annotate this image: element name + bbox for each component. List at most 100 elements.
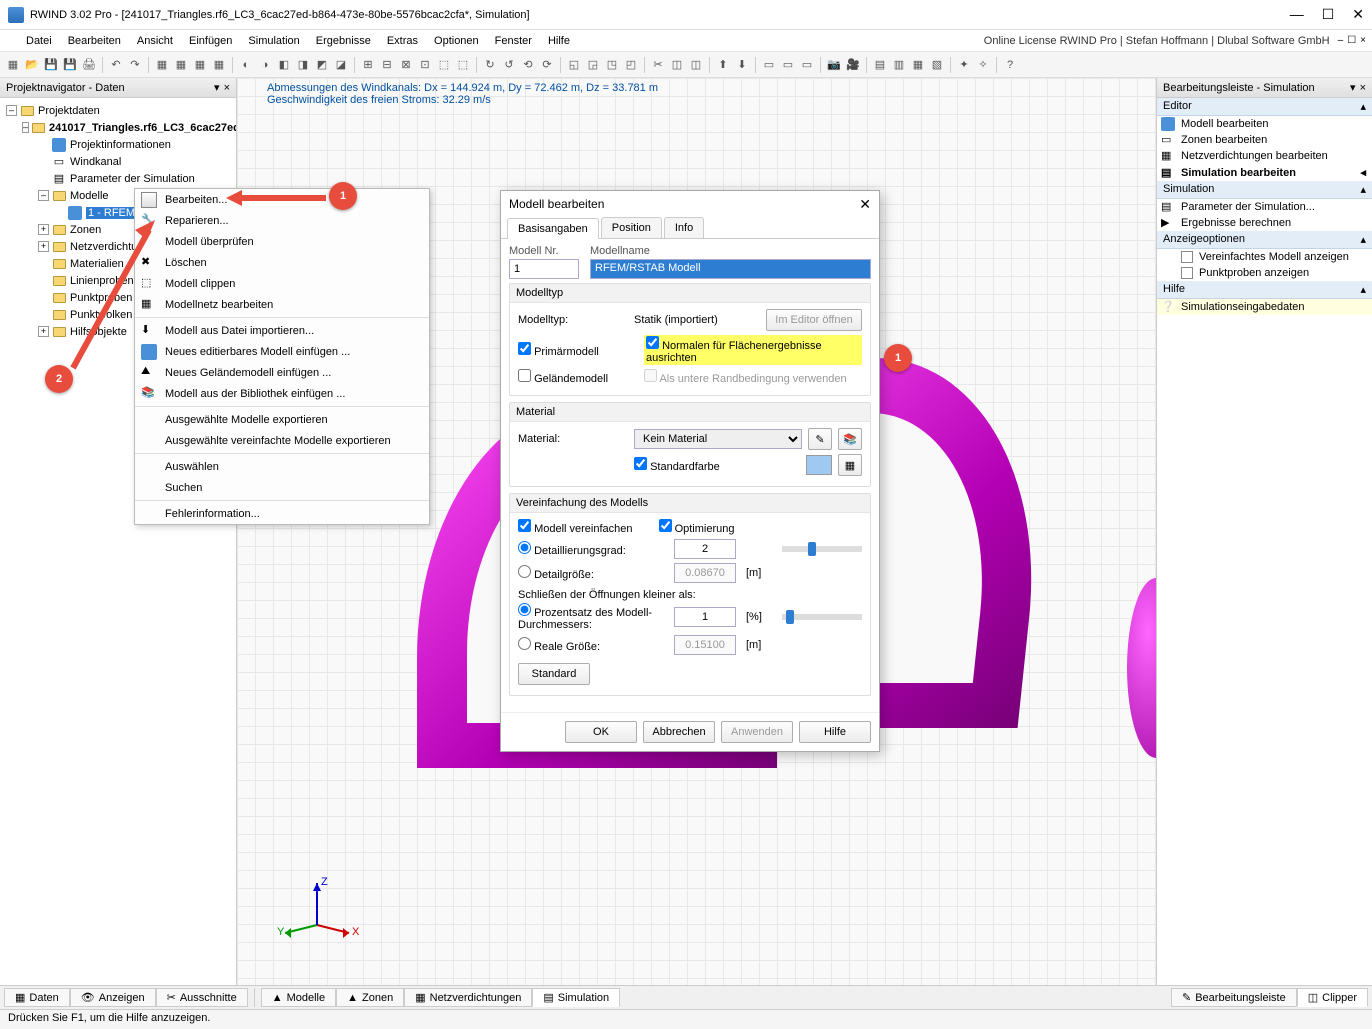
- collapse-icon[interactable]: ▴: [1360, 233, 1366, 246]
- tool-cube1-icon[interactable]: ◱: [565, 56, 583, 74]
- material-edit-button[interactable]: ✎: [808, 428, 832, 450]
- navigator-dropdown-icon[interactable]: ▾: [214, 81, 220, 94]
- maximize-button[interactable]: ☐: [1322, 6, 1335, 23]
- tree-project[interactable]: 241017_Triangles.rf6_LC3_6cac27ed: [49, 122, 236, 134]
- ctx-check[interactable]: Modell überprüfen: [135, 231, 429, 252]
- tool-sim2-icon[interactable]: ◑: [256, 56, 274, 74]
- tool-res3-icon[interactable]: ▦: [909, 56, 927, 74]
- tool-sim4-icon[interactable]: ◨: [294, 56, 312, 74]
- close-button[interactable]: ✕: [1352, 6, 1364, 23]
- tool-res4-icon[interactable]: ▧: [928, 56, 946, 74]
- mdi-close-button[interactable]: ×: [1360, 35, 1366, 46]
- tree-item[interactable]: Projektinformationen: [70, 139, 171, 151]
- tool-redo-icon[interactable]: ↷: [126, 56, 144, 74]
- menu-fenster[interactable]: Fenster: [495, 35, 532, 47]
- ctx-new-editable[interactable]: Neues editierbares Modell einfügen ...: [135, 341, 429, 362]
- color-swatch[interactable]: [806, 455, 832, 475]
- ok-button[interactable]: OK: [565, 721, 637, 743]
- tool-clip2-icon[interactable]: ◫: [668, 56, 686, 74]
- optimierung-checkbox[interactable]: Optimierung: [659, 519, 735, 535]
- menu-simulation[interactable]: Simulation: [248, 35, 299, 47]
- panel-dropdown-icon[interactable]: ▾: [1350, 81, 1356, 94]
- tree-expand-icon[interactable]: –: [6, 105, 17, 116]
- tool-view6-icon[interactable]: ⬚: [454, 56, 472, 74]
- tool-view4-icon[interactable]: ⊡: [416, 56, 434, 74]
- tool-rot2-icon[interactable]: ↺: [500, 56, 518, 74]
- ctx-reparieren[interactable]: 🔧Reparieren...: [135, 210, 429, 231]
- ctx-search[interactable]: Suchen: [135, 477, 429, 498]
- tool-mesh4-icon[interactable]: ▦: [210, 56, 228, 74]
- navigator-close-icon[interactable]: ×: [224, 82, 230, 94]
- ctx-delete[interactable]: ✖Löschen: [135, 252, 429, 273]
- tool-new-icon[interactable]: ▦: [4, 56, 22, 74]
- ctx-errorinfo[interactable]: Fehlerinformation...: [135, 503, 429, 524]
- tool-mesh-icon[interactable]: ▦: [153, 56, 171, 74]
- menu-optionen[interactable]: Optionen: [434, 35, 479, 47]
- standard-button[interactable]: Standard: [518, 663, 590, 685]
- ctx-export-simpl[interactable]: Ausgewählte vereinfachte Modelle exporti…: [135, 430, 429, 451]
- menu-extras[interactable]: Extras: [387, 35, 418, 47]
- panel-close-icon[interactable]: ×: [1360, 82, 1366, 94]
- detailgrad-slider[interactable]: [782, 546, 862, 552]
- mdi-minimize-button[interactable]: –: [1338, 35, 1344, 46]
- tool-sim6-icon[interactable]: ◪: [332, 56, 350, 74]
- tree-item[interactable]: Windkanal: [70, 156, 121, 168]
- tool-sim3-icon[interactable]: ◧: [275, 56, 293, 74]
- tool-win1-icon[interactable]: ▭: [760, 56, 778, 74]
- material-lib-button[interactable]: 📚: [838, 428, 862, 450]
- tab-anzeigen[interactable]: 👁Anzeigen: [70, 988, 156, 1007]
- gelaende-checkbox[interactable]: Geländemodell: [518, 369, 638, 385]
- editor-item-simulation[interactable]: ▤Simulation bearbeiten◂: [1157, 164, 1372, 181]
- modelnr-field[interactable]: [509, 259, 579, 279]
- material-select[interactable]: Kein Material: [634, 429, 802, 449]
- tool-cube4-icon[interactable]: ◰: [622, 56, 640, 74]
- tool-view5-icon[interactable]: ⬚: [435, 56, 453, 74]
- detailgrad-field[interactable]: [674, 539, 736, 559]
- ctx-clip[interactable]: ⬚Modell clippen: [135, 273, 429, 294]
- tab-clipper[interactable]: ◫Clipper: [1297, 988, 1368, 1007]
- standardfarbe-checkbox[interactable]: Standardfarbe: [634, 457, 720, 473]
- checkbox-icon[interactable]: [1181, 267, 1193, 279]
- primarmodell-checkbox[interactable]: Primärmodell: [518, 342, 638, 358]
- help-item-simdata[interactable]: ❔Simulationseingabedaten: [1157, 299, 1372, 315]
- ctx-select[interactable]: Auswählen: [135, 456, 429, 477]
- cancel-button[interactable]: Abbrechen: [643, 721, 715, 743]
- tree-expand-icon[interactable]: +: [38, 326, 49, 337]
- tool-print-icon[interactable]: 🖨: [80, 56, 98, 74]
- reale-radio[interactable]: Reale Größe:: [518, 637, 668, 653]
- normalen-checkbox[interactable]: Normalen für Flächenergebnisse ausrichte…: [644, 335, 862, 365]
- menu-datei[interactable]: Datei: [26, 35, 52, 47]
- tab-zonen[interactable]: ▲Zonen: [336, 988, 404, 1007]
- tool-res1-icon[interactable]: ▤: [871, 56, 889, 74]
- ctx-mesh[interactable]: ▦Modellnetz bearbeiten: [135, 294, 429, 315]
- tool-exp2-icon[interactable]: ⬇: [733, 56, 751, 74]
- tool-undo-icon[interactable]: ↶: [107, 56, 125, 74]
- tool-clip1-icon[interactable]: ✂: [649, 56, 667, 74]
- tab-info[interactable]: Info: [664, 217, 704, 238]
- tool-rot4-icon[interactable]: ⟳: [538, 56, 556, 74]
- tool-saveall-icon[interactable]: 💾: [61, 56, 79, 74]
- collapse-icon[interactable]: ▴: [1360, 100, 1366, 113]
- tool-rot1-icon[interactable]: ↻: [481, 56, 499, 74]
- editor-item-model[interactable]: Modell bearbeiten: [1157, 116, 1372, 132]
- tool-cube2-icon[interactable]: ◲: [584, 56, 602, 74]
- tab-daten[interactable]: ▦Daten: [4, 988, 70, 1007]
- tool-sim1-icon[interactable]: ◐: [237, 56, 255, 74]
- tool-misc1-icon[interactable]: ✦: [955, 56, 973, 74]
- editor-item-mesh[interactable]: ▦Netzverdichtungen bearbeiten: [1157, 148, 1372, 164]
- tree-item[interactable]: Parameter der Simulation: [70, 173, 195, 185]
- tool-view2-icon[interactable]: ⊟: [378, 56, 396, 74]
- model-simplify-checkbox[interactable]: Modell vereinfachen: [518, 519, 633, 535]
- tool-cam2-icon[interactable]: 🎥: [844, 56, 862, 74]
- tool-exp1-icon[interactable]: ⬆: [714, 56, 732, 74]
- menu-einfuegen[interactable]: Einfügen: [189, 35, 232, 47]
- tab-netzverdichtungen[interactable]: ▦Netzverdichtungen: [404, 988, 532, 1007]
- collapse-icon[interactable]: ▴: [1360, 183, 1366, 196]
- prozent-field[interactable]: [674, 607, 736, 627]
- dialog-close-button[interactable]: ✕: [859, 196, 871, 213]
- menu-bearbeiten[interactable]: Bearbeiten: [68, 35, 121, 47]
- ctx-from-library[interactable]: 📚Modell aus der Bibliothek einfügen ...: [135, 383, 429, 404]
- tool-res2-icon[interactable]: ▥: [890, 56, 908, 74]
- tree-root[interactable]: Projektdaten: [38, 105, 100, 117]
- tool-view3-icon[interactable]: ⊠: [397, 56, 415, 74]
